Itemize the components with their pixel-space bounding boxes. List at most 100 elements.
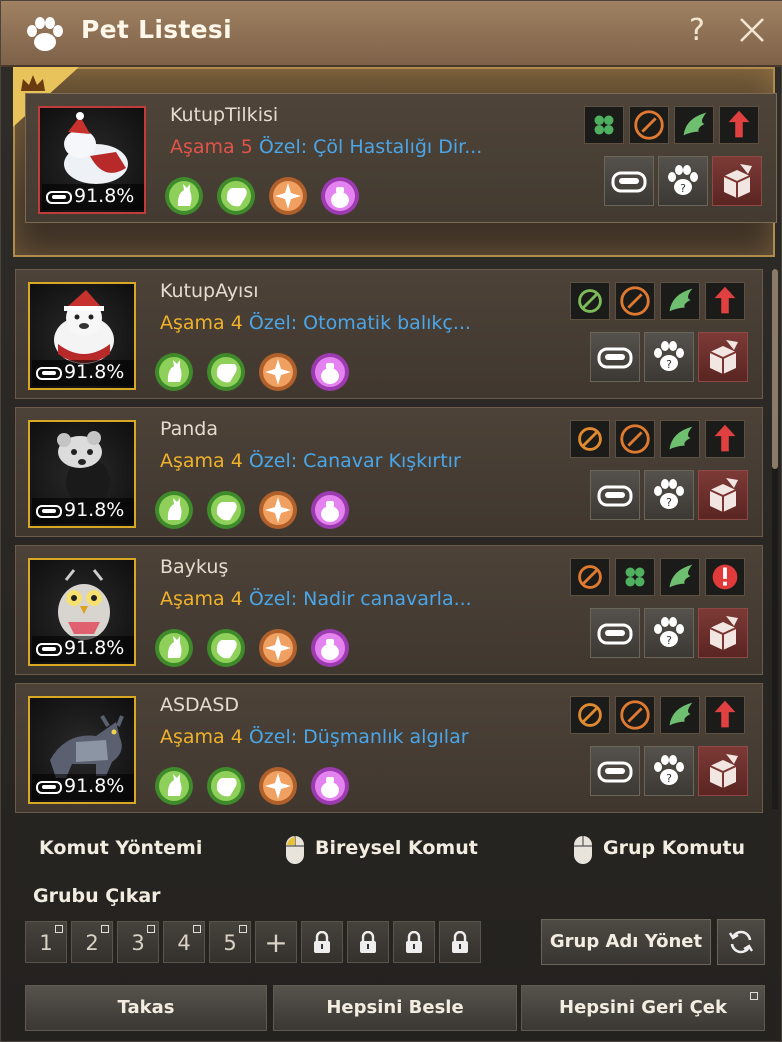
pet-portrait[interactable]: 91.8% bbox=[28, 420, 136, 528]
wing-icon[interactable] bbox=[660, 558, 700, 596]
clover-icon[interactable] bbox=[615, 558, 655, 596]
axe-icon[interactable] bbox=[615, 696, 655, 734]
pet-traits bbox=[570, 696, 746, 736]
bag-skill-icon[interactable] bbox=[310, 766, 350, 806]
compass-skill-icon[interactable] bbox=[258, 766, 298, 806]
arrow-up-icon[interactable] bbox=[705, 420, 745, 458]
wing-icon[interactable] bbox=[660, 282, 700, 320]
group-number: 1 bbox=[39, 931, 53, 955]
rank-icon[interactable] bbox=[570, 420, 610, 458]
wing-icon[interactable] bbox=[674, 106, 714, 144]
scrollbar-thumb[interactable] bbox=[772, 269, 778, 469]
pet-card[interactable]: 91.8% Baykuş Aşama 4 Özel: Nadir canavarl… bbox=[15, 545, 763, 675]
help-button[interactable]: ? bbox=[689, 13, 705, 48]
add-group-button[interactable]: + bbox=[255, 921, 297, 963]
compass-skill-icon[interactable] bbox=[258, 490, 298, 530]
bag-skill-icon[interactable] bbox=[320, 176, 360, 216]
arrow-up-icon[interactable] bbox=[719, 106, 759, 144]
group-command-button[interactable]: Grup Komutu bbox=[603, 837, 745, 859]
recall-button[interactable] bbox=[698, 746, 748, 796]
locked-slot-button[interactable] bbox=[439, 921, 481, 963]
mouse-left-icon bbox=[286, 836, 304, 864]
featured-pet-card[interactable]: 91.8% KutupTilkisi Aşama 5 Özel: Çöl Hast… bbox=[13, 67, 777, 257]
feed-button[interactable] bbox=[590, 608, 640, 658]
pet-card[interactable]: 91.8% KutupAyısı Aşama 4 Özel: Otomatik b… bbox=[15, 269, 763, 399]
pet-stage: Aşama 4 bbox=[160, 312, 243, 334]
list-scrollbar[interactable] bbox=[772, 269, 778, 809]
axe-icon[interactable] bbox=[629, 106, 669, 144]
group-5-button[interactable]: 5 bbox=[209, 921, 251, 963]
window-title: Pet Listesi bbox=[81, 15, 232, 44]
horse-icon[interactable] bbox=[570, 558, 610, 596]
trade-button[interactable]: Takas bbox=[25, 985, 267, 1031]
cat-skill-icon[interactable] bbox=[154, 352, 194, 392]
pet-portrait[interactable]: 91.8% bbox=[28, 696, 136, 804]
command-button[interactable]: ? bbox=[644, 746, 694, 796]
feed-button[interactable] bbox=[590, 470, 640, 520]
hand-skill-icon[interactable] bbox=[206, 490, 246, 530]
locked-slot-button[interactable] bbox=[347, 921, 389, 963]
close-icon[interactable] bbox=[737, 15, 767, 45]
refresh-button[interactable] bbox=[717, 919, 765, 965]
pet-portrait[interactable]: 91.8% bbox=[28, 282, 136, 390]
pet-portrait[interactable]: 91.8% bbox=[38, 106, 146, 214]
recall-button[interactable] bbox=[698, 332, 748, 382]
cat-skill-icon[interactable] bbox=[154, 628, 194, 668]
wing-icon[interactable] bbox=[660, 420, 700, 458]
pet-card[interactable]: 91.8% Panda Aşama 4 Özel: Canavar Kışkırt… bbox=[15, 407, 763, 537]
feed-button[interactable] bbox=[590, 332, 640, 382]
cat-skill-icon[interactable] bbox=[164, 176, 204, 216]
wing-icon[interactable] bbox=[660, 696, 700, 734]
pet-portrait[interactable]: 91.8% bbox=[28, 558, 136, 666]
locked-slot-button[interactable] bbox=[301, 921, 343, 963]
pet-card[interactable]: 91.8% ASDASD Aşama 4 Özel: Düşmanlık algı… bbox=[15, 683, 763, 813]
recall-button[interactable] bbox=[698, 470, 748, 520]
hand-skill-icon[interactable] bbox=[206, 766, 246, 806]
group-2-button[interactable]: 2 bbox=[71, 921, 113, 963]
cat-skill-icon[interactable] bbox=[154, 766, 194, 806]
alert-icon[interactable] bbox=[705, 558, 745, 596]
group-4-button[interactable]: 4 bbox=[163, 921, 205, 963]
pet-stage: Aşama 4 bbox=[160, 726, 243, 748]
cat-skill-icon[interactable] bbox=[154, 490, 194, 530]
group-3-button[interactable]: 3 bbox=[117, 921, 159, 963]
axe-icon[interactable] bbox=[615, 420, 655, 458]
bowl-icon bbox=[597, 623, 633, 645]
bowl-icon bbox=[36, 367, 62, 380]
recall-all-button[interactable]: Hepsini Geri Çek bbox=[521, 985, 765, 1031]
recall-all-label: Hepsini Geri Çek bbox=[559, 997, 727, 1018]
clover-icon[interactable] bbox=[584, 106, 624, 144]
recall-button[interactable] bbox=[698, 608, 748, 658]
group-1-button[interactable]: 1 bbox=[25, 921, 67, 963]
hand-skill-icon[interactable] bbox=[206, 352, 246, 392]
bag-skill-icon[interactable] bbox=[310, 628, 350, 668]
axe-icon[interactable] bbox=[615, 282, 655, 320]
feed-all-button[interactable]: Hepsini Besle bbox=[273, 985, 517, 1031]
arrow-up-icon[interactable] bbox=[705, 282, 745, 320]
feed-button[interactable] bbox=[590, 746, 640, 796]
bag-skill-icon[interactable] bbox=[310, 490, 350, 530]
command-button[interactable]: ? bbox=[658, 156, 708, 206]
bag-skill-icon[interactable] bbox=[310, 352, 350, 392]
recall-button[interactable] bbox=[712, 156, 762, 206]
command-button[interactable]: ? bbox=[644, 470, 694, 520]
pet-traits bbox=[570, 282, 746, 322]
feed-button[interactable] bbox=[604, 156, 654, 206]
box-return-icon bbox=[709, 754, 738, 788]
compass-skill-icon[interactable] bbox=[268, 176, 308, 216]
hand-skill-icon[interactable] bbox=[216, 176, 256, 216]
manage-group-name-button[interactable]: Grup Adı Yönet bbox=[541, 919, 711, 965]
compass-skill-icon[interactable] bbox=[258, 628, 298, 668]
food-icon[interactable] bbox=[570, 696, 610, 734]
command-button[interactable]: ? bbox=[644, 332, 694, 382]
pet-actions: ? bbox=[590, 470, 748, 522]
arrow-up-icon[interactable] bbox=[705, 696, 745, 734]
bowl-icon bbox=[597, 761, 633, 783]
locked-slot-button[interactable] bbox=[393, 921, 435, 963]
command-button[interactable]: ? bbox=[644, 608, 694, 658]
compass-skill-icon[interactable] bbox=[258, 352, 298, 392]
fishing-icon[interactable] bbox=[570, 282, 610, 320]
paw-question-icon: ? bbox=[654, 341, 684, 371]
individual-command-button[interactable]: Bireysel Komut bbox=[315, 837, 478, 859]
hand-skill-icon[interactable] bbox=[206, 628, 246, 668]
